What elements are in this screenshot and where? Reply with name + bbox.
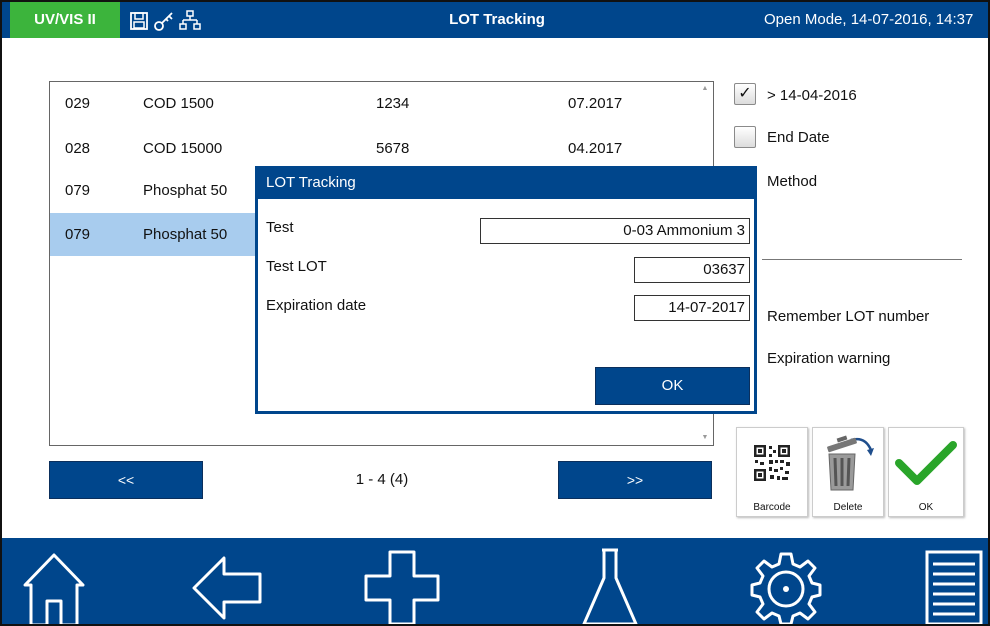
- barcode-label: Barcode: [753, 502, 791, 513]
- barcode-button[interactable]: Barcode: [736, 427, 808, 517]
- ok-label: OK: [918, 502, 934, 513]
- plus-icon[interactable]: [362, 548, 442, 624]
- menu-list-icon[interactable]: [914, 548, 988, 624]
- dialog-ok-button[interactable]: OK: [595, 367, 750, 405]
- row-number: 079: [65, 182, 91, 199]
- previous-page-button[interactable]: <<: [49, 461, 203, 499]
- app-screen: UV/VIS II LOT Tracking Open Mode, 14-07-…: [0, 0, 990, 626]
- method-label: Method: [767, 173, 818, 190]
- row-number: 079: [65, 226, 91, 243]
- date-after-checkbox[interactable]: ✓: [734, 83, 756, 105]
- row-test-name: COD 15000: [143, 140, 223, 157]
- end-date-checkbox[interactable]: [734, 126, 756, 148]
- row-number: 028: [65, 140, 91, 157]
- delete-label: Delete: [833, 502, 863, 513]
- divider: [762, 259, 962, 260]
- back-arrow-icon[interactable]: [187, 548, 267, 624]
- test-lot-label: Test LOT: [266, 258, 327, 275]
- test-lot-field[interactable]: 03637: [634, 257, 750, 283]
- remember-lot-label: Remember LOT number: [767, 308, 930, 325]
- bottom-nav: [2, 538, 988, 624]
- test-label: Test: [266, 219, 294, 236]
- expiration-date-field[interactable]: 14-07-2017: [634, 295, 750, 321]
- home-icon[interactable]: [14, 548, 94, 624]
- trash-icon: [813, 432, 883, 494]
- flask-icon[interactable]: [570, 548, 650, 624]
- row-number: 029: [65, 95, 91, 112]
- ok-button[interactable]: OK: [888, 427, 964, 517]
- row-lot: 5678: [376, 140, 410, 157]
- expiration-warning-label: Expiration warning: [767, 350, 891, 367]
- row-test-name: COD 1500: [143, 95, 214, 112]
- page-info: 1 - 4 (4): [355, 471, 409, 488]
- table-row[interactable]: 029 COD 1500 1234 07.2017: [50, 82, 700, 125]
- test-field[interactable]: 0-03 Ammonium 3: [480, 218, 750, 244]
- checkmark-icon: ✓: [738, 85, 752, 102]
- date-after-label: > 14-04-2016: [767, 87, 857, 104]
- qr-code-icon: [737, 432, 807, 494]
- scroll-up-arrow-icon[interactable]: ▲: [700, 84, 710, 94]
- end-date-label: End Date: [767, 129, 830, 146]
- expiration-date-label: Expiration date: [266, 297, 367, 314]
- dialog-title: LOT Tracking: [258, 169, 754, 199]
- table-row[interactable]: 028 COD 15000 5678 04.2017: [50, 127, 700, 170]
- lot-tracking-dialog: LOT Tracking Test 0-03 Ammonium 3 Test L…: [255, 166, 757, 414]
- row-test-name: Phosphat 50: [143, 226, 228, 243]
- checkmark-icon: [889, 432, 963, 494]
- row-date: 04.2017: [568, 140, 623, 157]
- settings-gear-icon[interactable]: [746, 548, 826, 624]
- row-test-name: Phosphat 50: [143, 182, 228, 199]
- row-lot: 1234: [376, 95, 410, 112]
- delete-button[interactable]: Delete: [812, 427, 884, 517]
- row-date: 07.2017: [568, 95, 623, 112]
- next-page-button[interactable]: >>: [558, 461, 712, 499]
- status-text: Open Mode, 14-07-2016, 14:37: [764, 11, 974, 28]
- top-bar: UV/VIS II LOT Tracking Open Mode, 14-07-…: [2, 2, 988, 38]
- scroll-down-arrow-icon[interactable]: ▼: [700, 433, 710, 443]
